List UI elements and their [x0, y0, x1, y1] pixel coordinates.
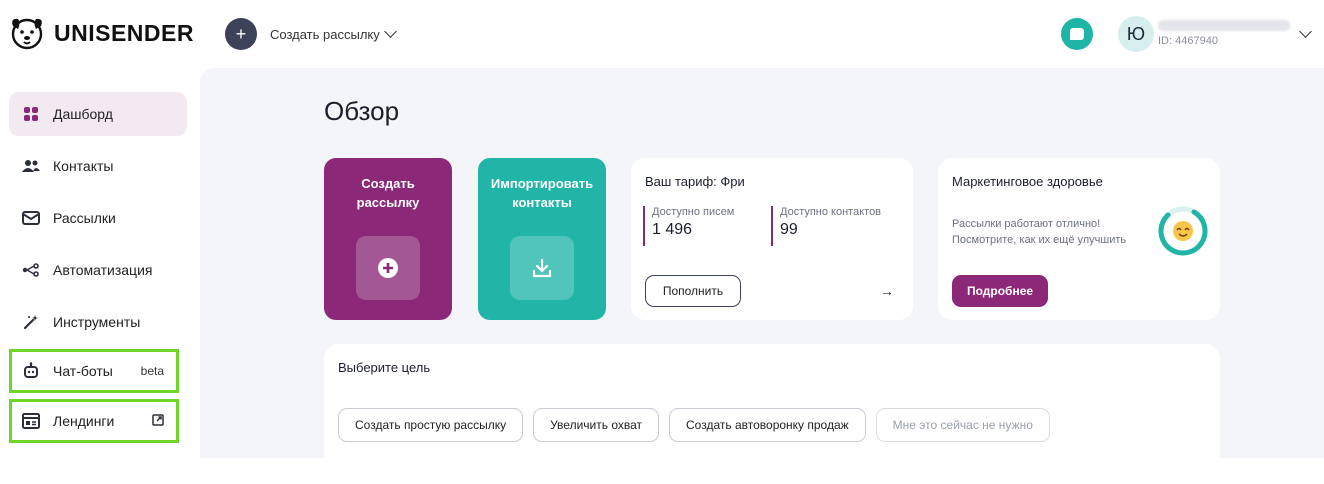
sidebar-item-chatbots[interactable]: Чат-боты beta	[9, 349, 179, 393]
sidebar: Дашборд Контакты Рассылки Автоматизация …	[0, 68, 200, 458]
sidebar-item-contacts[interactable]: Контакты	[9, 144, 187, 188]
plus-icon: +	[225, 18, 257, 50]
create-campaign-tile[interactable]: Создать рассылку	[324, 158, 452, 320]
tile-label: Импортировать контакты	[490, 176, 594, 210]
sidebar-item-label: Автоматизация	[53, 262, 153, 278]
letters-available-stat: Доступно писем 1 496	[643, 206, 734, 246]
arrow-right-icon[interactable]: →	[873, 277, 901, 305]
external-link-icon	[152, 413, 164, 429]
sidebar-item-tools[interactable]: Инструменты	[9, 300, 187, 344]
sidebar-item-label: Чат-боты	[53, 363, 113, 379]
brand-logo[interactable]: UNISENDER	[8, 14, 194, 52]
stat-label: Доступно контактов	[780, 206, 882, 218]
more-details-button[interactable]: Подробнее	[952, 275, 1048, 307]
tariff-card: Ваш тариф: Фри Доступно писем 1 496 Дост…	[631, 158, 913, 320]
support-chat-button[interactable]	[1061, 18, 1093, 50]
goal-chips: Создать простую рассылку Увеличить охват…	[338, 408, 1050, 442]
health-title: Маркетинговое здоровье	[952, 174, 1103, 189]
goal-title: Выберите цель	[338, 360, 431, 375]
sidebar-item-campaigns[interactable]: Рассылки	[9, 196, 187, 240]
sidebar-item-label: Инструменты	[53, 314, 141, 330]
health-gauge-icon	[1158, 206, 1208, 256]
sidebar-item-label: Лендинги	[53, 413, 115, 429]
tile-label: Создать рассылку	[356, 176, 420, 210]
beta-badge: beta	[140, 364, 164, 378]
chat-bubble-icon	[1070, 28, 1084, 40]
download-icon	[510, 236, 574, 300]
account-chevron-down-icon[interactable]	[1299, 25, 1312, 38]
main-content: Обзор Создать рассылку Импортировать кон…	[200, 68, 1324, 484]
sidebar-item-dashboard[interactable]: Дашборд	[9, 92, 187, 136]
dashboard-icon	[22, 105, 40, 123]
robot-icon	[22, 362, 40, 380]
avatar[interactable]: Ю	[1118, 16, 1154, 52]
import-contacts-tile[interactable]: Импортировать контакты	[478, 158, 606, 320]
tariff-title: Ваш тариф: Фри	[645, 174, 745, 189]
top-header: UNISENDER + Создать рассылку Ю ID: 44679…	[0, 0, 1324, 68]
page-title: Обзор	[324, 96, 400, 126]
sidebar-item-automation[interactable]: Автоматизация	[9, 248, 187, 292]
goal-chip-increase-reach[interactable]: Увеличить охват	[533, 408, 660, 442]
brand-name: UNISENDER	[54, 19, 194, 46]
stat-value: 99	[780, 221, 798, 238]
contacts-icon	[22, 157, 40, 175]
goal-selection-card: Выберите цель Создать простую рассылку У…	[324, 344, 1220, 484]
goal-chip-not-needed[interactable]: Мне это сейчас не нужно	[875, 408, 1050, 442]
landing-icon	[22, 412, 40, 430]
refill-button[interactable]: Пополнить	[645, 275, 741, 307]
account-id: ID: 4467940	[1158, 35, 1218, 47]
account-email-blurred	[1158, 20, 1290, 31]
sidebar-item-label: Рассылки	[53, 210, 116, 226]
create-campaign-label: Создать рассылку	[270, 26, 380, 42]
create-campaign-dropdown[interactable]: + Создать рассылку	[225, 18, 397, 50]
sidebar-item-label: Дашборд	[53, 106, 113, 122]
stat-label: Доступно писем	[652, 206, 735, 218]
goal-chip-simple-campaign[interactable]: Создать простую рассылку	[338, 408, 524, 442]
marketing-health-card: Маркетинговое здоровье Рассылки работают…	[938, 158, 1220, 320]
sidebar-item-label: Контакты	[53, 158, 114, 174]
goal-chip-sales-funnel[interactable]: Создать автоворонку продаж	[669, 408, 866, 442]
stat-value: 1 496	[652, 221, 693, 238]
plus-circle-icon	[356, 236, 420, 300]
health-description: Рассылки работают отлично! Посмотрите, к…	[952, 218, 1127, 246]
contacts-available-stat: Доступно контактов 99	[771, 206, 881, 246]
magic-wand-icon	[22, 313, 40, 331]
mail-icon	[22, 209, 40, 227]
logo-dog-icon	[11, 18, 43, 50]
automation-icon	[22, 261, 40, 279]
chevron-down-icon	[383, 25, 397, 38]
sidebar-item-landings[interactable]: Лендинги	[9, 399, 179, 443]
